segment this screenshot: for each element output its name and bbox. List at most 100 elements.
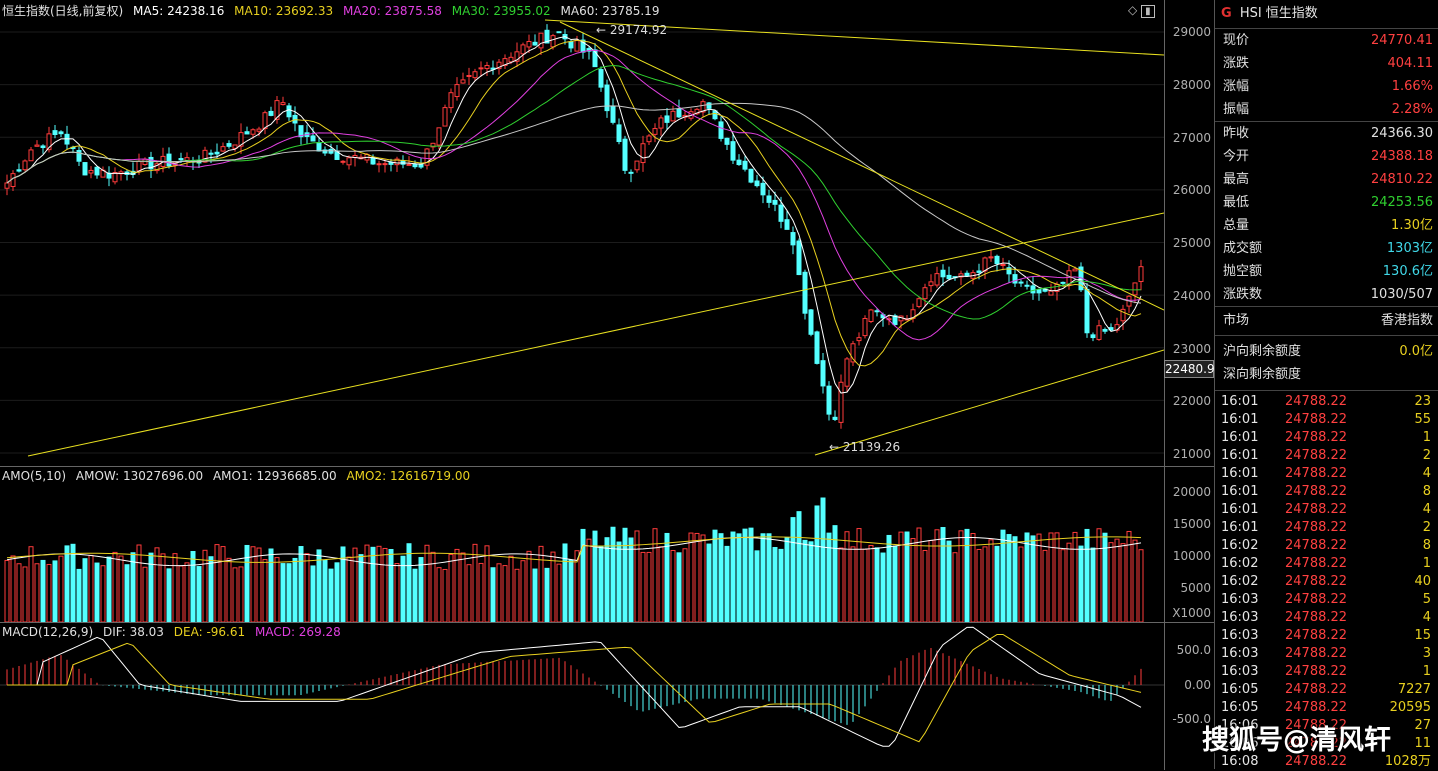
tick-time: 16:01	[1221, 484, 1259, 499]
volume-bar	[394, 563, 400, 623]
volume-bar	[136, 544, 142, 623]
panel-controls[interactable]: ◇ ▮	[1128, 3, 1155, 18]
tick-row[interactable]: 16:03 24788.22 4	[1215, 609, 1438, 627]
volume-bar	[322, 559, 328, 623]
volume-bar	[1048, 532, 1054, 623]
tick-row[interactable]: 16:02 24788.22 8	[1215, 537, 1438, 555]
candle	[946, 274, 952, 280]
flow-row: 沪向剩余额度 0.0亿	[1215, 340, 1438, 363]
tick-time: 16:01	[1221, 394, 1259, 409]
volume-bar	[526, 550, 532, 623]
volume-bar	[76, 568, 82, 623]
volume-bar	[448, 553, 454, 623]
volume-bar	[358, 554, 364, 623]
tick-row[interactable]: 16:01 24788.22 4	[1215, 501, 1438, 519]
candle	[928, 281, 934, 287]
tick-row[interactable]: 16:01 24788.22 23	[1215, 393, 1438, 411]
candle	[10, 173, 16, 188]
tick-row[interactable]: 16:01 24788.22 4	[1215, 465, 1438, 483]
tick-time: 16:02	[1221, 574, 1259, 589]
chart-area[interactable]: 恒生指数(日线,前复权) MA5: 24238.16 MA10: 23692.3…	[0, 0, 1215, 770]
tick-row[interactable]: 16:01 24788.22 8	[1215, 483, 1438, 501]
candle	[712, 110, 718, 120]
candle	[82, 162, 88, 176]
ma-line	[6, 49, 1142, 341]
sidebar-title[interactable]: G HSI 恒生指数	[1215, 0, 1438, 29]
tick-time: 16:03	[1221, 610, 1259, 625]
price-panel[interactable]: 恒生指数(日线,前复权) MA5: 24238.16 MA10: 23692.3…	[0, 0, 1164, 466]
volume-panel[interactable]: AMO(5,10) AMOW: 13027696.00 AMO1: 129366…	[0, 466, 1164, 623]
volume-bar	[952, 552, 958, 623]
macd-panel[interactable]: MACD(12,26,9) DIF: 38.03 DEA: -96.61 MAC…	[0, 622, 1164, 770]
volume-bar	[628, 537, 634, 623]
volume-bar	[202, 549, 208, 623]
tick-row[interactable]: 16:01 24788.22 1	[1215, 429, 1438, 447]
candle	[4, 182, 10, 189]
trendline	[27, 212, 1164, 457]
candle	[784, 219, 790, 230]
volume-bar	[850, 546, 856, 623]
dif-line	[7, 626, 1142, 747]
candle	[652, 128, 658, 135]
volume-bar	[940, 527, 946, 623]
candle	[874, 310, 880, 313]
volume-bar	[676, 552, 682, 623]
candle	[826, 385, 832, 415]
volume-bar	[310, 565, 316, 623]
volume-bar	[424, 544, 430, 623]
macd-legend-dea: DEA: -96.61	[173, 625, 246, 639]
volume-bar	[286, 563, 292, 623]
quote-label: 涨幅	[1223, 79, 1250, 94]
tick-row[interactable]: 16:05 24788.22 20595	[1215, 699, 1438, 717]
candle	[772, 199, 778, 205]
volume-bar	[1036, 533, 1042, 623]
volume-bar	[538, 545, 544, 623]
window-icon[interactable]: ▮	[1141, 5, 1155, 18]
macd-legend: MACD(12,26,9) DIF: 38.03 DEA: -96.61 MAC…	[2, 625, 347, 639]
candle	[676, 108, 682, 118]
flow-block: 沪向剩余额度 0.0亿 深向剩余额度	[1215, 336, 1438, 386]
tick-row[interactable]: 16:03 24788.22 15	[1215, 627, 1438, 645]
volume-bar	[106, 556, 112, 623]
volume-bar	[550, 551, 556, 623]
tick-row[interactable]: 16:01 24788.22 2	[1215, 519, 1438, 537]
tick-list[interactable]: 16:01 24788.22 23 16:01 24788.22 55 16:01 24788…	[1215, 391, 1438, 771]
volume-bar	[622, 527, 628, 623]
quote-row: 振幅 2.28%	[1215, 98, 1438, 121]
diamond-icon[interactable]: ◇	[1128, 3, 1137, 17]
tick-row[interactable]: 16:05 24788.22 7227	[1215, 681, 1438, 699]
candle	[622, 138, 628, 171]
tick-row[interactable]: 16:02 24788.22 40	[1215, 573, 1438, 591]
tick-row[interactable]: 16:01 24788.22 55	[1215, 411, 1438, 429]
tick-row[interactable]: 16:01 24788.22 2	[1215, 447, 1438, 465]
tick-volume: 4	[1422, 502, 1431, 517]
stat-value: 1030/507	[1370, 287, 1433, 302]
volume-bar	[604, 537, 610, 623]
volume-legend: AMO(5,10) AMOW: 13027696.00 AMO1: 129366…	[2, 469, 476, 483]
tick-row[interactable]: 16:02 24788.22 1	[1215, 555, 1438, 573]
tick-volume: 40	[1414, 574, 1431, 589]
volume-bar	[466, 564, 472, 623]
tick-row[interactable]: 16:03 24788.22 3	[1215, 645, 1438, 663]
candlestick-chart[interactable]	[0, 0, 1164, 466]
price-legend: 恒生指数(日线,前复权) MA5: 24238.16 MA10: 23692.3…	[2, 2, 665, 19]
volume-bar	[1066, 542, 1072, 623]
volume-chart[interactable]	[0, 467, 1164, 623]
volume-bar	[520, 560, 526, 623]
axis-label: 0.00	[1184, 678, 1211, 692]
tick-row[interactable]: 16:03 24788.22 5	[1215, 591, 1438, 609]
tick-time: 16:01	[1221, 430, 1259, 445]
stat-row: 最低 24253.56	[1215, 191, 1438, 214]
volume-bar	[220, 546, 226, 623]
tick-row[interactable]: 16:03 24788.22 1	[1215, 663, 1438, 681]
volume-bar	[844, 531, 850, 623]
volume-bar	[934, 529, 940, 623]
volume-bar	[922, 549, 928, 623]
quote-label: 涨跌	[1223, 56, 1250, 71]
volume-bar	[976, 548, 982, 623]
macd-chart[interactable]	[0, 623, 1164, 770]
tick-time: 16:03	[1221, 646, 1259, 661]
axis-label: 15000	[1172, 517, 1211, 531]
tick-volume: 7227	[1397, 682, 1431, 697]
candle	[214, 151, 220, 155]
